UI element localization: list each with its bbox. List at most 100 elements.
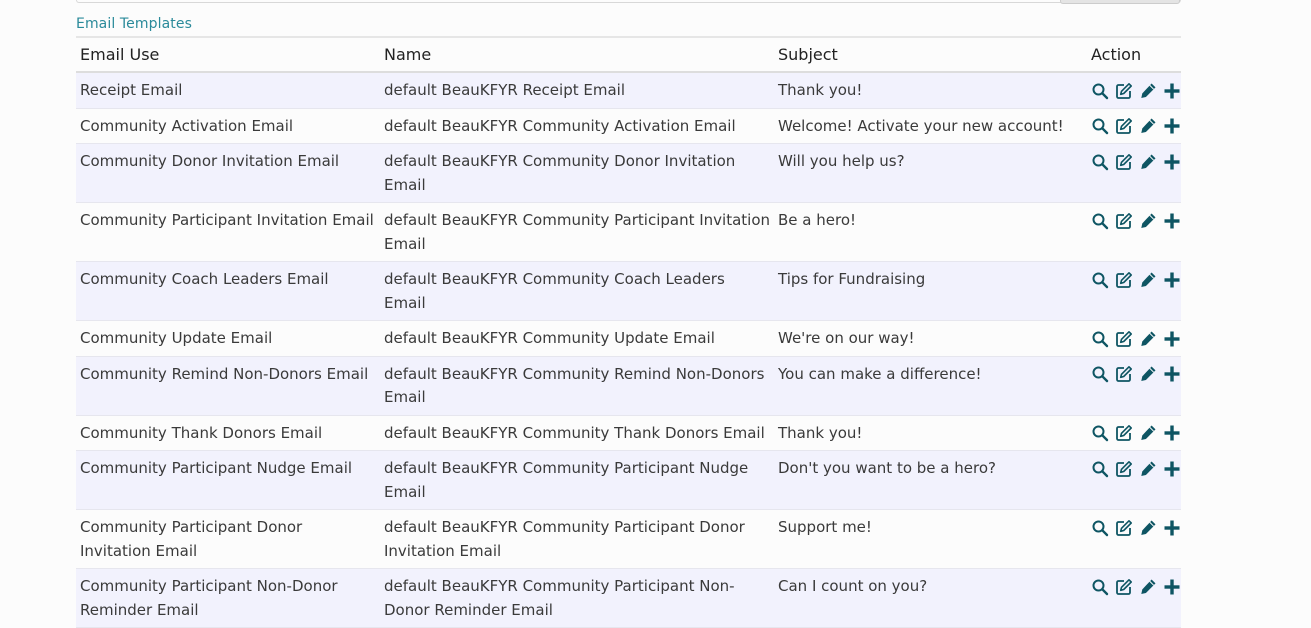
edit-icon[interactable] [1115,460,1133,478]
pencil-icon[interactable] [1139,330,1157,348]
table-row: Community Remind Non-Donors Email defaul… [76,356,1181,416]
cell-subject: Be a hero! [774,202,1087,262]
pencil-icon[interactable] [1139,153,1157,171]
plus-icon[interactable] [1163,578,1181,596]
cell-email-use: Community Participant Nudge Email [76,450,380,510]
plus-icon[interactable] [1163,424,1181,442]
row-actions [1091,79,1180,102]
breadcrumb-email-templates[interactable]: Email Templates [76,16,192,32]
cell-name: default BeauKFYR Community Remind Non-Do… [380,356,774,416]
search-icon[interactable] [1091,330,1109,348]
plus-icon[interactable] [1163,117,1181,135]
cell-actions [1087,415,1181,451]
edit-icon[interactable] [1115,330,1133,348]
pencil-icon[interactable] [1139,578,1157,596]
search-icon[interactable] [1091,117,1109,135]
plus-icon[interactable] [1163,519,1181,537]
search-icon[interactable] [1091,519,1109,537]
row-actions [1091,422,1180,445]
cell-actions [1087,261,1181,321]
cell-subject: Will you help us? [774,143,1087,203]
cell-email-use: Community Remind Non-Donors Email [76,356,380,416]
search-icon[interactable] [1091,153,1109,171]
cell-subject: Support me! [774,509,1087,569]
cell-email-use: Community Coach Leaders Email [76,261,380,321]
row-actions [1091,268,1180,291]
edit-icon[interactable] [1115,271,1133,289]
cell-actions [1087,568,1181,628]
cell-subject: Don't you want to be a hero? [774,450,1087,510]
cell-name: default BeauKFYR Community Update Email [380,320,774,357]
table-body: Receipt Email default BeauKFYR Receipt E… [76,72,1181,628]
plus-icon[interactable] [1163,330,1181,348]
edit-icon[interactable] [1115,82,1133,100]
cell-email-use: Community Participant Invitation Email [76,202,380,262]
table-row: Community Activation Email default BeauK… [76,108,1181,144]
table-header: Email Use Name Subject Action [76,36,1181,73]
plus-icon[interactable] [1163,153,1181,171]
edit-icon[interactable] [1115,365,1133,383]
cell-name: default BeauKFYR Community Participant N… [380,450,774,510]
search-icon[interactable] [1091,460,1109,478]
cell-subject: Welcome! Activate your new account! [774,108,1087,144]
plus-icon[interactable] [1163,271,1181,289]
cell-name: default BeauKFYR Community Activation Em… [380,108,774,144]
cell-actions [1087,320,1181,357]
search-icon[interactable] [1091,424,1109,442]
cell-subject: Thank you! [774,415,1087,451]
pencil-icon[interactable] [1139,117,1157,135]
cell-actions [1087,72,1181,109]
pencil-icon[interactable] [1139,212,1157,230]
table-row: Community Participant Nudge Email defaul… [76,450,1181,510]
table-row: Community Participant Donor Invitation E… [76,509,1181,569]
table-row: Community Update Email default BeauKFYR … [76,320,1181,357]
table-row: Community Participant Non-Donor Reminder… [76,568,1181,628]
plus-icon[interactable] [1163,212,1181,230]
pencil-icon[interactable] [1139,424,1157,442]
row-actions [1091,327,1180,350]
column-header-email-use: Email Use [76,36,380,73]
pencil-icon[interactable] [1139,365,1157,383]
cell-email-use: Community Update Email [76,320,380,357]
edit-icon[interactable] [1115,117,1133,135]
email-templates-table: Email Use Name Subject Action Receipt Em… [76,36,1181,628]
row-actions [1091,516,1180,539]
edit-icon[interactable] [1115,519,1133,537]
table-row: Community Donor Invitation Email default… [76,143,1181,203]
pencil-icon[interactable] [1139,82,1157,100]
cell-name: default BeauKFYR Receipt Email [380,72,774,109]
cell-email-use: Community Activation Email [76,108,380,144]
column-header-action: Action [1087,36,1181,73]
table-row: Community Thank Donors Email default Bea… [76,415,1181,451]
edit-icon[interactable] [1115,578,1133,596]
search-icon[interactable] [1091,212,1109,230]
cell-subject: We're on our way! [774,320,1087,357]
search-icon[interactable] [1091,365,1109,383]
cell-email-use: Community Participant Donor Invitation E… [76,509,380,569]
cell-actions [1087,509,1181,569]
cell-name: default BeauKFYR Community Participant D… [380,509,774,569]
edit-icon[interactable] [1115,212,1133,230]
search-icon[interactable] [1091,271,1109,289]
cell-subject: Thank you! [774,72,1087,109]
search-icon[interactable] [1091,82,1109,100]
search-icon[interactable] [1091,578,1109,596]
cell-name: default BeauKFYR Community Donor Invitat… [380,143,774,203]
plus-icon[interactable] [1163,460,1181,478]
pencil-icon[interactable] [1139,460,1157,478]
pencil-icon[interactable] [1139,519,1157,537]
cell-actions [1087,202,1181,262]
row-actions [1091,457,1180,480]
cell-name: default BeauKFYR Community Coach Leaders… [380,261,774,321]
edit-icon[interactable] [1115,153,1133,171]
row-actions [1091,150,1180,173]
column-header-subject: Subject [774,36,1087,73]
column-header-name: Name [380,36,774,73]
plus-icon[interactable] [1163,365,1181,383]
cell-subject: Can I count on you? [774,568,1087,628]
plus-icon[interactable] [1163,82,1181,100]
toolbar-button-edge[interactable] [1060,0,1180,4]
pencil-icon[interactable] [1139,271,1157,289]
cell-name: default BeauKFYR Community Participant I… [380,202,774,262]
edit-icon[interactable] [1115,424,1133,442]
